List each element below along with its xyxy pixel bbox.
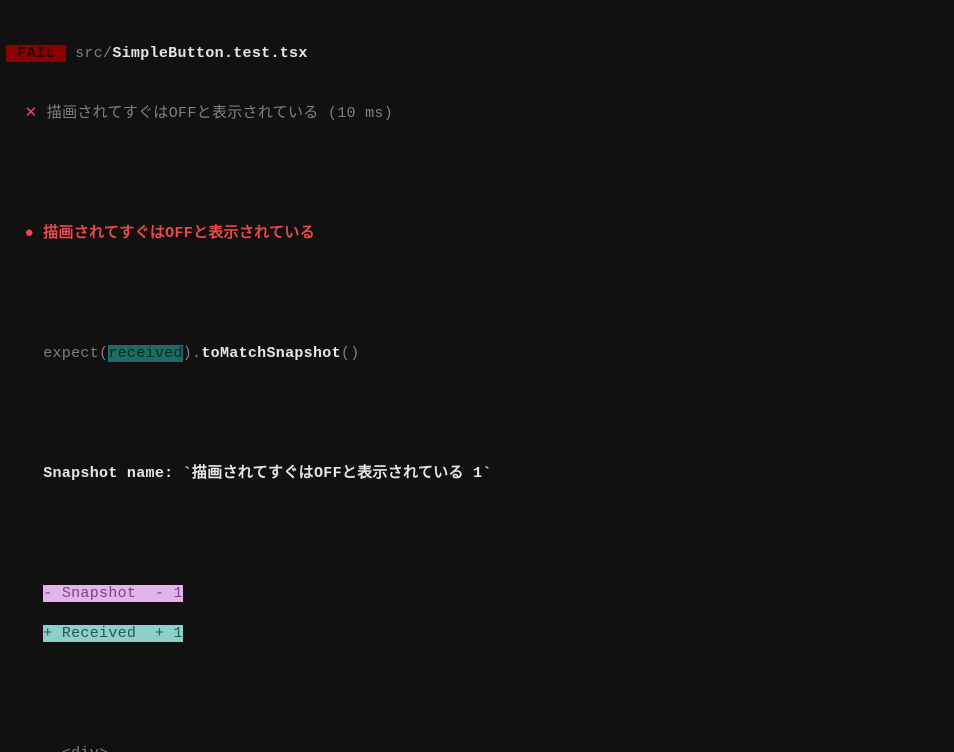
bullet-icon: ●	[6, 225, 43, 242]
blank-line	[6, 524, 954, 544]
path-prefix: src/	[66, 45, 113, 62]
blank-line	[6, 284, 954, 304]
diff-snapshot-label: - Snapshot - 1	[43, 585, 183, 602]
matcher-name: toMatchSnapshot	[201, 345, 341, 362]
blank-line	[6, 164, 954, 184]
diff-received-header: + Received + 1	[6, 624, 954, 644]
diff-received-label: + Received + 1	[43, 625, 183, 642]
describe-line: ● 描画されてすぐはOFFと表示されている	[6, 224, 954, 244]
terminal-output: FAIL src/SimpleButton.test.tsx ✕ 描画されてすぐ…	[0, 0, 954, 752]
describe-title: 描画されてすぐはOFFと表示されている	[43, 225, 315, 242]
diff-context-line: <div>	[6, 744, 954, 752]
expect-line: expect(received).toMatchSnapshot()	[6, 344, 954, 364]
blank-line	[6, 684, 954, 704]
received-token: received	[108, 345, 182, 362]
snapshot-name-value: `描画されてすぐはOFFと表示されている 1`	[183, 465, 492, 482]
file-name: SimpleButton.test.tsx	[112, 45, 307, 62]
expect-suffix: ()	[341, 345, 360, 362]
fail-badge: FAIL	[6, 45, 66, 62]
failed-test-line: ✕ 描画されてすぐはOFFと表示されている (10 ms)	[6, 104, 954, 124]
diff-snapshot-header: - Snapshot - 1	[6, 584, 954, 604]
snapshot-name-label: Snapshot name:	[6, 465, 183, 482]
expect-open: expect(	[6, 345, 108, 362]
run-header: FAIL src/SimpleButton.test.tsx	[6, 44, 954, 64]
snapshot-name-line: Snapshot name: `描画されてすぐはOFFと表示されている 1`	[6, 464, 954, 484]
fail-x-icon: ✕	[6, 105, 47, 122]
failed-test-title: 描画されてすぐはOFFと表示されている	[47, 105, 319, 122]
blank-line	[6, 404, 954, 424]
failed-test-duration: (10 ms)	[319, 105, 393, 122]
expect-mid: ).	[183, 345, 202, 362]
